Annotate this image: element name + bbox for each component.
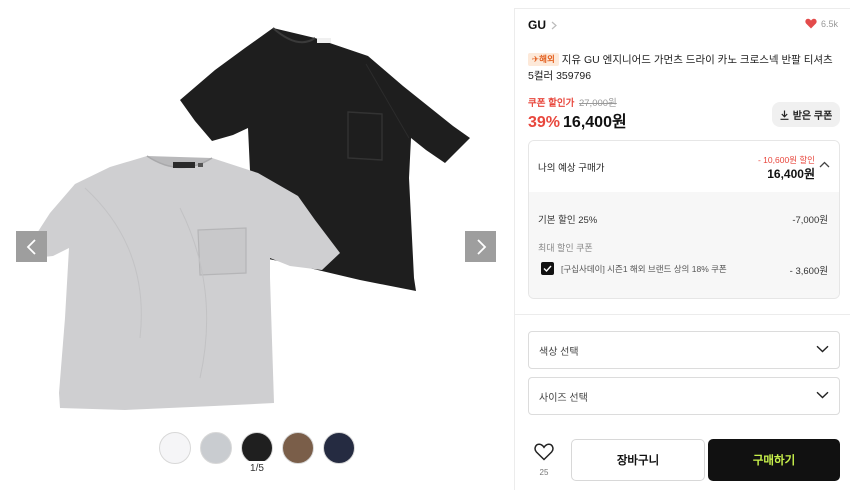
swatch-brown[interactable] [282, 432, 314, 464]
product-gallery: 1/5 [0, 0, 512, 490]
wishlist-button[interactable]: 25 [529, 443, 559, 477]
swatch-white[interactable] [159, 432, 191, 464]
coupon-checkbox[interactable] [541, 262, 554, 275]
coupon-amount: - 3,600원 [789, 266, 828, 277]
heart-filled-icon [805, 18, 817, 29]
final-price: 16,400원 [563, 114, 627, 131]
product-title-area: ✈해외 지유 GU 엔지니어드 가먼츠 드라이 카노 크로스넥 반팔 티셔츠 5컬… [528, 52, 840, 84]
max-coupon-label: 최대 할인 쿠폰 [538, 243, 593, 253]
wish-count: 25 [539, 468, 549, 477]
chevron-left-icon [26, 238, 36, 255]
swatch-navy[interactable] [323, 432, 355, 464]
size-select-placeholder: 사이즈 선택 [539, 392, 588, 404]
received-coupon-label: 받은 쿠폰 [792, 111, 833, 122]
brand-link[interactable]: GU [528, 18, 557, 32]
swatch-black[interactable] [241, 432, 273, 464]
color-swatches [159, 432, 355, 464]
prev-image-button[interactable] [16, 231, 47, 262]
product-title: 지유 GU 엔지니어드 가먼츠 드라이 카노 크로스넥 반팔 티셔츠 5컬러 3… [528, 54, 833, 82]
divider [515, 314, 850, 315]
estimated-price-header[interactable]: 나의 예상 구매가 - 10,600원 할인 16,400원 [529, 141, 839, 192]
chevron-right-icon [476, 238, 486, 255]
buy-now-button[interactable]: 구매하기 [708, 439, 840, 481]
product-image [30, 27, 470, 410]
product-info-panel: GU 6.5k ✈해외 지유 GU 엔지니어드 가먼츠 드라이 카노 크로스넥 반… [514, 8, 850, 490]
base-discount-label: 기본 할인 25% [538, 215, 598, 226]
estimated-price-details: 기본 할인 25% -7,000원 최대 할인 쿠폰 [구십사데이] 시즌1 해… [529, 192, 839, 298]
check-icon [543, 265, 552, 272]
chevron-down-icon [816, 345, 829, 353]
download-icon [780, 110, 789, 120]
estimated-price-label: 나의 예상 구매가 [538, 163, 605, 174]
like-button[interactable]: 6.5k [805, 18, 838, 29]
estimated-price-box: 나의 예상 구매가 - 10,600원 할인 16,400원 기본 할인 25%… [528, 140, 840, 299]
add-to-cart-button[interactable]: 장바구니 [571, 439, 705, 481]
chevron-right-icon [551, 21, 557, 29]
price-row: 39% 16,400원 [528, 108, 627, 132]
swatch-light-gray[interactable] [200, 432, 232, 464]
brand-name: GU [528, 18, 546, 32]
coupon-description: [구십사데이] 시즌1 해외 브랜드 상의 18% 쿠폰 [561, 264, 727, 274]
estimated-price: 16,400원 [767, 167, 815, 181]
chevron-down-icon [816, 391, 829, 399]
received-coupon-button[interactable]: 받은 쿠폰 [772, 102, 840, 127]
base-discount-value: -7,000원 [792, 215, 828, 226]
like-count: 6.5k [820, 18, 838, 29]
color-select[interactable]: 색상 선택 [528, 331, 840, 369]
chevron-up-icon [819, 161, 830, 168]
size-select[interactable]: 사이즈 선택 [528, 377, 840, 415]
discount-rate: 39% [528, 114, 561, 131]
next-image-button[interactable] [465, 231, 496, 262]
color-select-placeholder: 색상 선택 [539, 346, 579, 358]
page-indicator: 1/5 [240, 461, 274, 477]
heart-outline-icon [534, 443, 554, 461]
overseas-badge: ✈해외 [528, 53, 559, 66]
coupon-price-label-row: 쿠폰 할인가 27,000원 [528, 95, 617, 109]
gray-tshirt [30, 156, 340, 410]
